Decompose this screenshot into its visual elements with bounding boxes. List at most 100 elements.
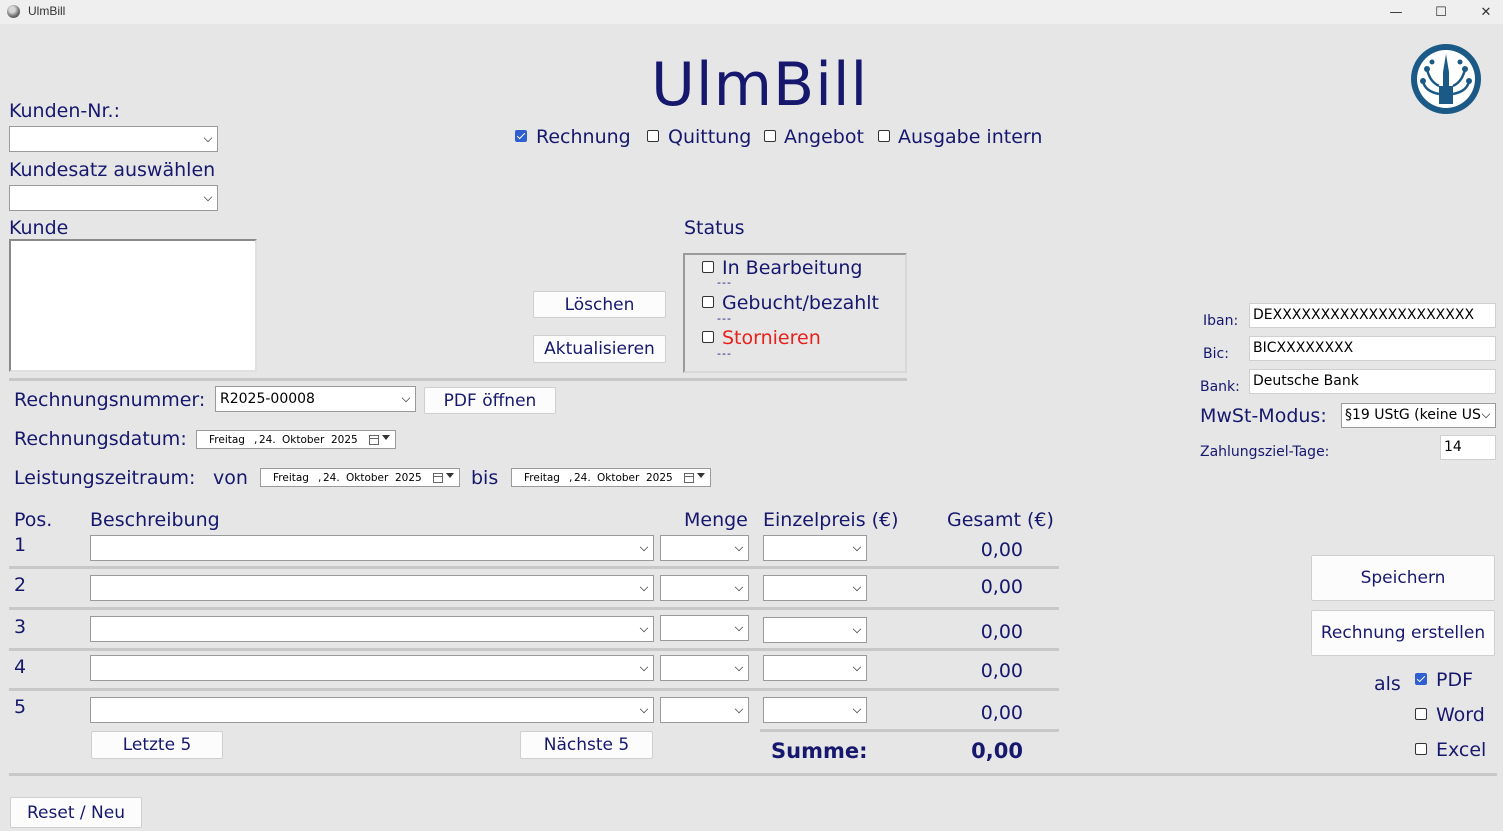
iban-input[interactable]: DEXXXXXXXXXXXXXXXXXXXXX [1249, 303, 1496, 328]
row5-einzelpreis-combobox[interactable] [763, 697, 867, 723]
row4-menge-combobox[interactable] [660, 655, 749, 681]
dropdown-arrow-icon [446, 473, 454, 478]
chevron-down-icon [734, 542, 744, 552]
kunden-nr-combobox[interactable] [9, 126, 218, 152]
kunden-nr-label: Kunden-Nr.: [9, 100, 120, 122]
excel-checkbox[interactable] [1415, 743, 1427, 755]
bank-input[interactable]: Deutsche Bank [1249, 369, 1496, 394]
row4-beschreibung-combobox[interactable] [90, 655, 654, 681]
row-pos: 5 [14, 696, 27, 718]
calendar-icon [433, 473, 443, 483]
pdf-checkbox[interactable] [1415, 673, 1427, 685]
chevron-down-icon [852, 662, 862, 672]
col-menge-header: Menge [684, 509, 748, 531]
mwst-modus-combobox[interactable]: §19 UStG (keine US [1341, 403, 1496, 428]
quittung-label: Quittung [668, 126, 752, 148]
gebucht-sub: --- [717, 312, 732, 325]
kunde-textarea[interactable] [9, 239, 257, 372]
word-checkbox[interactable] [1415, 708, 1427, 720]
chevron-down-icon [639, 542, 649, 552]
von-label: von [213, 467, 248, 489]
zeitraum-von-picker[interactable]: Freitag , 24. Oktober 2025 [260, 468, 460, 487]
row5-beschreibung-combobox[interactable] [90, 697, 654, 723]
dropdown-arrow-icon [697, 473, 705, 478]
rechnungsdatum-picker[interactable]: Freitag , 24. Oktober 2025 [196, 430, 396, 449]
chevron-down-icon [401, 393, 411, 403]
pdf-oeffnen-button[interactable]: PDF öffnen [424, 387, 556, 414]
calendar-icon [684, 473, 694, 483]
col-beschreibung-header: Beschreibung [90, 509, 220, 531]
summe-value: 0,00 [971, 739, 1023, 763]
row-pos: 3 [14, 616, 27, 638]
window-titlebar: UlmBill — ☐ ✕ [0, 0, 1503, 24]
row3-einzelpreis-combobox[interactable] [763, 617, 867, 643]
reset-neu-button[interactable]: Reset / Neu [10, 797, 142, 828]
rechnung-erstellen-button[interactable]: Rechnung erstellen [1311, 610, 1495, 656]
iban-label: Iban: [1203, 313, 1239, 329]
ulm-minster-logo-icon [1409, 42, 1483, 116]
bottom-divider [9, 773, 1497, 776]
summe-label: Summe: [771, 739, 868, 763]
rechnung-checkbox[interactable] [515, 130, 527, 142]
sum-divider [760, 729, 1059, 732]
row-pos: 2 [14, 574, 27, 596]
row3-menge-combobox[interactable] [660, 615, 749, 641]
zahlungsziel-input[interactable]: 14 [1440, 435, 1496, 460]
maximize-button[interactable]: ☐ [1418, 0, 1464, 24]
bic-input[interactable]: BICXXXXXXXX [1249, 336, 1496, 361]
ausgabe-intern-checkbox[interactable] [878, 130, 890, 142]
stornieren-checkbox[interactable] [702, 331, 714, 343]
row3-beschreibung-combobox[interactable] [90, 616, 654, 642]
row2-einzelpreis-combobox[interactable] [763, 575, 867, 601]
col-gesamt-header: Gesamt (€) [947, 509, 1054, 531]
speichern-button[interactable]: Speichern [1311, 555, 1495, 601]
row1-gesamt: 0,00 [980, 539, 1023, 561]
in-bearbeitung-checkbox[interactable] [702, 261, 714, 273]
row2-gesamt: 0,00 [980, 576, 1023, 598]
chevron-down-icon [734, 622, 744, 632]
row1-menge-combobox[interactable] [660, 535, 749, 561]
naechste-5-button[interactable]: Nächste 5 [520, 731, 653, 759]
minimize-button[interactable]: — [1373, 0, 1419, 24]
row2-menge-combobox[interactable] [660, 575, 749, 601]
row-pos: 1 [14, 534, 27, 556]
row2-beschreibung-combobox[interactable] [90, 575, 654, 601]
rechnungsdatum-label: Rechnungsdatum: [14, 428, 187, 450]
row-pos: 4 [14, 656, 27, 678]
row4-einzelpreis-combobox[interactable] [763, 655, 867, 681]
chevron-down-icon [734, 704, 744, 714]
rechnung-label: Rechnung [536, 126, 631, 148]
dropdown-arrow-icon [382, 435, 390, 440]
row4-gesamt: 0,00 [980, 660, 1023, 682]
chevron-down-icon [1481, 409, 1491, 419]
chevron-down-icon [852, 542, 862, 552]
status-title: Status [684, 217, 745, 239]
divider [9, 378, 907, 381]
row1-beschreibung-combobox[interactable] [90, 535, 654, 561]
row-divider [9, 688, 1059, 691]
loeschen-button[interactable]: Löschen [533, 291, 666, 318]
angebot-checkbox[interactable] [764, 130, 776, 142]
quittung-checkbox[interactable] [647, 130, 659, 142]
chevron-down-icon [639, 582, 649, 592]
row3-gesamt: 0,00 [980, 621, 1023, 643]
row5-menge-combobox[interactable] [660, 697, 749, 723]
aktualisieren-button[interactable]: Aktualisieren [533, 335, 666, 363]
in-bearbeitung-label: In Bearbeitung [722, 257, 863, 279]
mwst-modus-label: MwSt-Modus: [1200, 405, 1327, 427]
als-label: als [1374, 673, 1401, 695]
kundesatz-combobox[interactable] [9, 185, 218, 211]
stornieren-label: Stornieren [722, 327, 821, 349]
kundesatz-label: Kundesatz auswählen [9, 159, 216, 181]
chevron-down-icon [639, 662, 649, 672]
zeitraum-bis-picker[interactable]: Freitag , 24. Oktober 2025 [511, 468, 711, 487]
zahlungsziel-label: Zahlungsziel-Tage: [1200, 444, 1330, 460]
letzte-5-button[interactable]: Letzte 5 [91, 731, 223, 759]
close-button[interactable]: ✕ [1463, 0, 1503, 24]
kunde-label: Kunde [9, 217, 69, 239]
chevron-down-icon [734, 662, 744, 672]
row1-einzelpreis-combobox[interactable] [763, 535, 867, 561]
row-divider [9, 607, 1059, 610]
rechnungsnummer-combobox[interactable]: R2025-00008 [215, 386, 416, 412]
gebucht-checkbox[interactable] [702, 296, 714, 308]
